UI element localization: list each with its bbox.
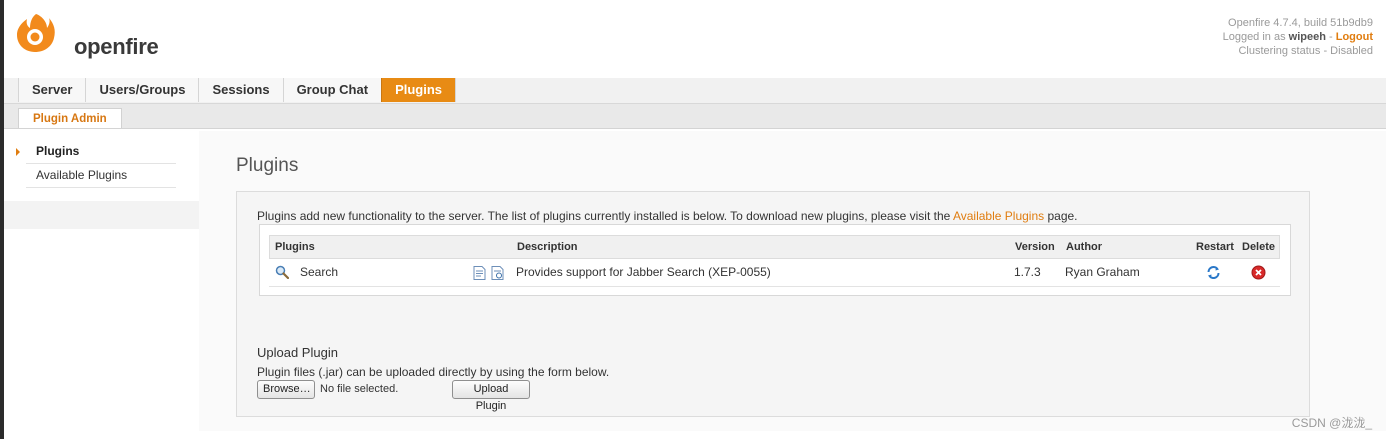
plugin-author: Ryan Graham: [1065, 265, 1140, 279]
sidebar-footer: [4, 201, 204, 229]
sub-nav: Plugin Admin: [4, 104, 1386, 129]
plugins-table-frame: Plugins Description Version Author Resta…: [259, 224, 1291, 296]
watermark: CSDN @泷泷_: [1291, 416, 1372, 430]
browse-button[interactable]: Browse…: [257, 380, 315, 399]
plugin-description: Provides support for Jabber Search (XEP-…: [516, 265, 771, 279]
delete-icon[interactable]: [1251, 265, 1266, 280]
header: openfire Openfire 4.7.4, build 51b9db9 L…: [4, 0, 1386, 79]
page-title: Plugins: [236, 155, 299, 176]
intro-text-body: Plugins add new functionality to the ser…: [257, 209, 953, 223]
col-version: Version: [1015, 241, 1055, 253]
logged-in-prefix: Logged in as: [1222, 31, 1289, 43]
intro-text: Plugins add new functionality to the ser…: [257, 209, 1078, 223]
clustering-status: Clustering status - Disabled: [1238, 45, 1373, 57]
tab-sessions[interactable]: Sessions: [198, 78, 283, 102]
plugins-table: Plugins Description Version Author Resta…: [269, 235, 1280, 287]
col-plugins: Plugins: [275, 241, 315, 253]
table-row: Search Provides support for Jabber Searc…: [269, 259, 1280, 287]
tab-plugins[interactable]: Plugins: [381, 78, 457, 102]
file-status: No file selected.: [320, 383, 399, 395]
nav-arrow-icon: [16, 148, 20, 156]
main-nav: Server Users/Groups Sessions Group Chat …: [4, 78, 1386, 104]
openfire-logo[interactable]: openfire: [14, 10, 174, 60]
logout-link[interactable]: Logout: [1336, 31, 1373, 43]
version-line: Openfire 4.7.4, build 51b9db9: [1228, 17, 1373, 29]
table-header: Plugins Description Version Author Resta…: [269, 235, 1280, 259]
col-delete: Delete: [1242, 241, 1276, 253]
sidebar-item-available-plugins[interactable]: Available Plugins: [26, 164, 176, 188]
tab-users-groups[interactable]: Users/Groups: [85, 78, 199, 102]
sidebar-item-label: Available Plugins: [36, 168, 128, 182]
tab-server[interactable]: Server: [18, 78, 86, 102]
sidebar-item-label: Plugins: [36, 144, 80, 158]
tab-group-chat[interactable]: Group Chat: [282, 78, 382, 102]
col-description: Description: [517, 241, 578, 253]
upload-plugin-button[interactable]: Upload Plugin: [452, 380, 530, 412]
plugin-name: Search: [300, 265, 339, 279]
sidebar-item-plugins[interactable]: Plugins: [16, 140, 176, 164]
search-icon: [275, 265, 289, 279]
openfire-logo-icon: [17, 14, 55, 52]
username: wipeeh: [1288, 31, 1326, 43]
plugin-version: 1.7.3: [1014, 265, 1041, 279]
upload-plugin-description: Plugin files (.jar) can be uploaded dire…: [257, 365, 610, 379]
restart-icon[interactable]: [1206, 265, 1221, 280]
subtab-plugin-admin[interactable]: Plugin Admin: [18, 108, 122, 128]
sidebar: Plugins Available Plugins: [4, 131, 200, 202]
login-line: Logged in as wipeeh - Logout: [1223, 30, 1373, 44]
available-plugins-link[interactable]: Available Plugins: [953, 209, 1044, 223]
readme-icon[interactable]: [473, 266, 486, 280]
changelog-icon[interactable]: [491, 266, 504, 280]
separator: -: [1325, 31, 1336, 43]
col-restart: Restart: [1196, 241, 1234, 253]
intro-text-suffix: page.: [1044, 209, 1078, 223]
upload-plugin-title: Upload Plugin: [257, 345, 338, 360]
plugins-panel: Plugins add new functionality to the ser…: [236, 191, 1310, 417]
logo-text: openfire: [74, 34, 159, 59]
col-author: Author: [1066, 241, 1103, 253]
header-info: Openfire 4.7.4, build 51b9db9 Logged in …: [1223, 16, 1373, 58]
